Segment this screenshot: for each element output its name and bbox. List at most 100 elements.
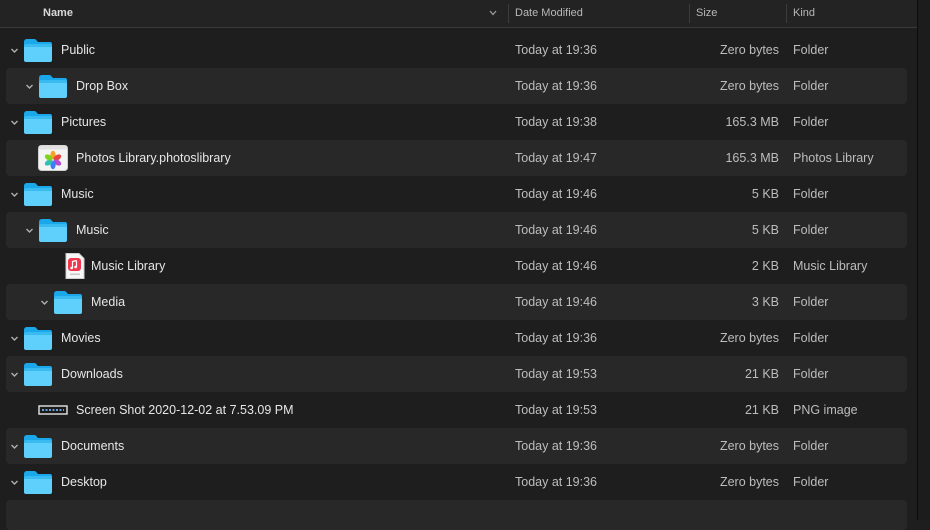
file-size: Zero bytes	[719, 331, 779, 345]
list-row[interactable]: Music Today at 19:46 5 KB Folder	[6, 212, 907, 248]
file-size: 5 KB	[751, 223, 779, 237]
column-divider[interactable]	[786, 4, 787, 23]
disclosure-chevron-down-icon[interactable]	[9, 369, 20, 380]
disclosure-chevron-down-icon[interactable]	[9, 117, 20, 128]
date-modified: Today at 19:36	[515, 475, 598, 489]
file-kind: PNG image	[793, 403, 858, 417]
date-modified: Today at 19:47	[515, 151, 598, 165]
date-modified: Today at 19:53	[515, 403, 598, 417]
file-name: Music	[61, 187, 94, 201]
disclosure-chevron-down-icon[interactable]	[24, 225, 35, 236]
date-modified: Today at 19:36	[515, 43, 598, 57]
column-divider[interactable]	[508, 4, 509, 23]
file-name: Pictures	[61, 115, 107, 129]
date-modified: Today at 19:46	[515, 295, 598, 309]
file-name: Desktop	[61, 475, 107, 489]
folder-icon	[23, 181, 53, 207]
list-row[interactable]: Music Library Today at 19:46 2 KB Music Lib…	[6, 248, 907, 284]
date-modified: Today at 19:46	[515, 223, 598, 237]
list-row[interactable]: Movies Today at 19:36 Zero bytes Folder	[6, 320, 907, 356]
file-size: 3 KB	[751, 295, 779, 309]
folder-icon	[23, 109, 53, 135]
file-name: Movies	[61, 331, 101, 345]
folder-icon	[38, 73, 68, 99]
sort-chevron-down-icon[interactable]	[488, 9, 498, 17]
column-header-name[interactable]: Name	[43, 0, 73, 27]
file-size: 21 KB	[744, 403, 779, 417]
file-kind: Photos Library	[793, 151, 874, 165]
disclosure-chevron-down-icon[interactable]	[9, 477, 20, 488]
file-size: 165.3 MB	[725, 115, 779, 129]
file-kind: Folder	[793, 331, 829, 345]
column-header-bar: Name Date Modified Size Kind	[0, 0, 917, 28]
folder-icon	[23, 469, 53, 495]
folder-icon	[23, 433, 53, 459]
file-size: 2 KB	[751, 259, 779, 273]
file-kind: Folder	[793, 43, 829, 57]
disclosure-chevron-down-icon[interactable]	[9, 333, 20, 344]
file-name: Photos Library.photoslibrary	[76, 151, 231, 165]
date-modified: Today at 19:53	[515, 367, 598, 381]
disclosure-chevron-down-icon[interactable]	[9, 189, 20, 200]
column-header-date-modified[interactable]: Date Modified	[515, 0, 583, 27]
file-size: 165.3 MB	[725, 151, 779, 165]
file-kind: Folder	[793, 187, 829, 201]
file-kind: Folder	[793, 475, 829, 489]
file-kind: Folder	[793, 223, 829, 237]
music-library-icon	[59, 253, 89, 279]
list-row[interactable]: Pictures Today at 19:38 165.3 MB Folder	[6, 104, 907, 140]
date-modified: Today at 19:38	[515, 115, 598, 129]
list-row[interactable]: Desktop Today at 19:36 Zero bytes Folder	[6, 464, 907, 500]
disclosure-chevron-down-icon[interactable]	[24, 81, 35, 92]
folder-icon	[23, 361, 53, 387]
disclosure-chevron-down-icon[interactable]	[9, 441, 20, 452]
file-name: Downloads	[61, 367, 123, 381]
date-modified: Today at 19:46	[515, 259, 598, 273]
disclosure-chevron-down-icon[interactable]	[39, 297, 50, 308]
folder-icon	[23, 325, 53, 351]
folder-icon	[38, 217, 68, 243]
png-thumbnail-icon	[38, 397, 68, 423]
file-kind: Folder	[793, 115, 829, 129]
file-kind: Folder	[793, 439, 829, 453]
file-name: Drop Box	[76, 79, 129, 93]
file-size: Zero bytes	[719, 475, 779, 489]
file-size: Zero bytes	[719, 79, 779, 93]
list-row[interactable]: Music Today at 19:46 5 KB Folder	[6, 176, 907, 212]
file-kind: Folder	[793, 367, 829, 381]
list-row[interactable]: Drop Box Today at 19:36 Zero bytes Folder	[6, 68, 907, 104]
file-size: 5 KB	[751, 187, 779, 201]
file-kind: Folder	[793, 79, 829, 93]
disclosure-chevron-down-icon[interactable]	[9, 45, 20, 56]
date-modified: Today at 19:36	[515, 79, 598, 93]
list-row[interactable]: Downloads Today at 19:53 21 KB Folder	[6, 356, 907, 392]
file-name: Media	[91, 295, 126, 309]
file-name: Public	[61, 43, 96, 57]
file-name: Music	[76, 223, 109, 237]
finder-list-view: Name Date Modified Size Kind Public Today…	[0, 0, 917, 530]
list-row[interactable]: Screen Shot 2020-12-02 at 7.53.09 PM Toda…	[6, 392, 907, 428]
folder-icon	[53, 289, 83, 315]
scrollbar-track[interactable]	[917, 0, 930, 520]
list-row[interactable]: Photos Library.photoslibrary Today at 19:…	[6, 140, 907, 176]
date-modified: Today at 19:36	[515, 439, 598, 453]
file-name: Music Library	[91, 259, 166, 273]
column-header-size[interactable]: Size	[696, 0, 717, 27]
file-size: 21 KB	[744, 367, 779, 381]
file-kind: Music Library	[793, 259, 868, 273]
file-name: Documents	[61, 439, 125, 453]
photos-library-icon	[38, 145, 68, 171]
file-name: Screen Shot 2020-12-02 at 7.53.09 PM	[76, 403, 294, 417]
folder-icon	[23, 37, 53, 63]
empty-row	[6, 500, 907, 530]
list-row[interactable]: Public Today at 19:36 Zero bytes Folder	[6, 32, 907, 68]
column-divider[interactable]	[689, 4, 690, 23]
list-row[interactable]: Media Today at 19:46 3 KB Folder	[6, 284, 907, 320]
file-size: Zero bytes	[719, 439, 779, 453]
list-row[interactable]: Documents Today at 19:36 Zero bytes Folder	[6, 428, 907, 464]
date-modified: Today at 19:46	[515, 187, 598, 201]
file-kind: Folder	[793, 295, 829, 309]
date-modified: Today at 19:36	[515, 331, 598, 345]
column-header-kind[interactable]: Kind	[793, 0, 815, 27]
file-size: Zero bytes	[719, 43, 779, 57]
